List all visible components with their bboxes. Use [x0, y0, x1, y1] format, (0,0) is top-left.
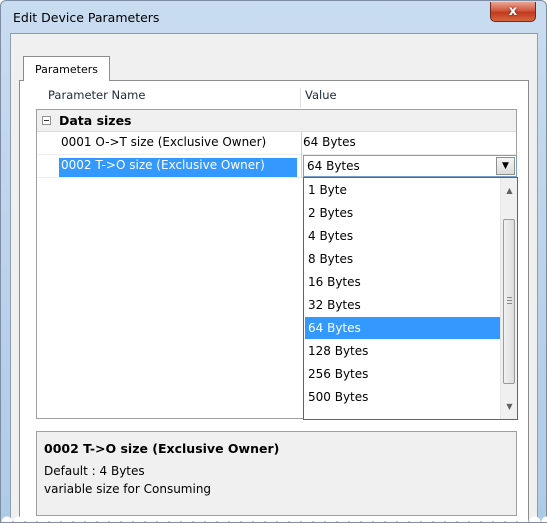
dropdown-option[interactable]: 1 Byte [305, 179, 500, 201]
dropdown-option[interactable]: 16 Bytes [305, 271, 500, 293]
dropdown-option[interactable]: 4 Bytes [305, 225, 500, 247]
combobox-value: 64 Bytes [307, 159, 360, 173]
tab-page-parameters: Parameter Name Value Data sizes 0001 O->… [19, 80, 529, 521]
description-title: 0002 T->O size (Exclusive Owner) [44, 441, 280, 456]
dropdown-option[interactable]: 2 Bytes [305, 202, 500, 224]
category-label: Data sizes [59, 113, 132, 128]
description-text: variable size for Consuming [44, 482, 212, 496]
dropdown-option[interactable]: 128 Bytes [305, 340, 500, 362]
dropdown-button[interactable]: ▼ [496, 157, 515, 175]
close-button[interactable]: x [490, 2, 536, 22]
torn-edge [1, 512, 547, 522]
dropdown-option-highlighted[interactable]: 64 Bytes [305, 317, 500, 339]
dropdown-option[interactable]: 32 Bytes [305, 294, 500, 316]
parameter-name: 0002 T->O size (Exclusive Owner) [59, 158, 297, 177]
tab-parameters-label: Parameters [35, 62, 98, 76]
close-icon: x [508, 4, 518, 19]
dropdown-option[interactable]: 256 Bytes [305, 363, 500, 385]
edit-device-parameters-window: Edit Device Parameters x Parameters Para… [0, 0, 547, 523]
chevron-down-icon: ▼ [502, 161, 509, 171]
column-header-value[interactable]: Value [300, 88, 337, 108]
grid-header: Parameter Name Value [36, 81, 516, 109]
collapse-icon[interactable] [42, 116, 51, 125]
dropdown-list: 1 Byte 2 Bytes 4 Bytes 8 Bytes 16 Bytes … [303, 177, 518, 420]
dropdown-option[interactable]: 500 Bytes [305, 386, 500, 408]
description-default: Default : 4 Bytes [44, 464, 145, 478]
tab-parameters[interactable]: Parameters [23, 56, 110, 81]
scroll-down-icon[interactable]: ▼ [501, 398, 518, 415]
dropdown-option[interactable]: 8 Bytes [305, 248, 500, 270]
dropdown-scrollbar[interactable]: ▲ ▼ [500, 178, 517, 419]
property-grid: Data sizes 0001 O->T size (Exclusive Own… [36, 109, 518, 420]
window-title: Edit Device Parameters [13, 10, 160, 25]
column-header-parameter-name[interactable]: Parameter Name [48, 88, 145, 102]
grip-icon [507, 297, 512, 304]
value-combobox[interactable]: 64 Bytes ▼ [303, 155, 517, 177]
scroll-up-icon[interactable]: ▲ [501, 182, 518, 199]
scrollbar-thumb[interactable] [503, 219, 515, 384]
category-row-data-sizes[interactable]: Data sizes [37, 110, 516, 132]
parameter-value[interactable]: 64 Bytes [301, 135, 356, 149]
column-divider [301, 132, 302, 178]
parameter-name: 0001 O->T size (Exclusive Owner) [61, 135, 267, 149]
dialog-client-area: Parameters Parameter Name Value Data siz… [10, 33, 538, 522]
title-bar[interactable]: Edit Device Parameters x [1, 1, 546, 33]
description-panel: 0002 T->O size (Exclusive Owner) Default… [36, 431, 517, 516]
parameter-row[interactable]: 0001 O->T size (Exclusive Owner) 64 Byte… [37, 132, 516, 155]
